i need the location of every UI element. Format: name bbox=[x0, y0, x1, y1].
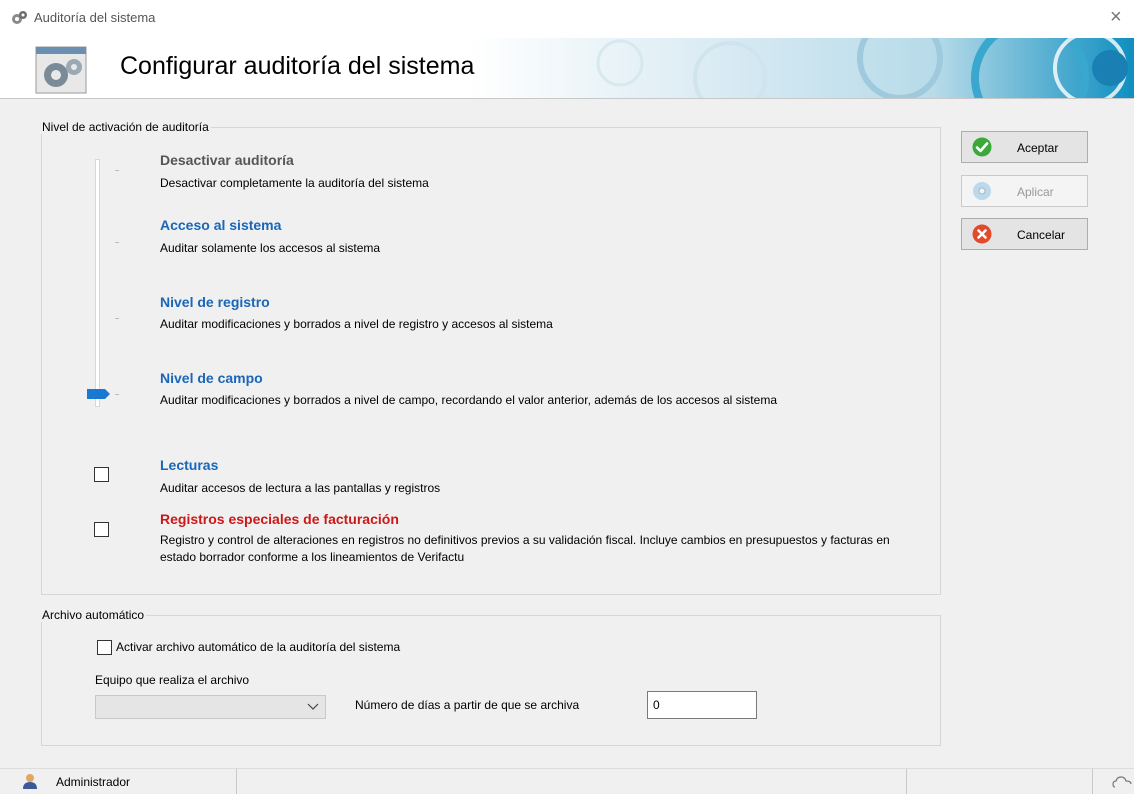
audit-level-slider-thumb[interactable] bbox=[87, 389, 110, 399]
disc-icon bbox=[973, 182, 991, 200]
archive-days-value: 0 bbox=[653, 698, 660, 712]
level-desc-system-access: Auditar solamente los accesos al sistema bbox=[160, 241, 381, 255]
close-icon[interactable]: × bbox=[1110, 5, 1122, 29]
audit-level-slider-track[interactable] bbox=[95, 159, 100, 407]
apply-button[interactable]: Aplicar bbox=[961, 175, 1088, 207]
accept-button[interactable]: Aceptar bbox=[961, 131, 1088, 163]
accept-button-label: Aceptar bbox=[1017, 141, 1059, 155]
level-title-record[interactable]: Nivel de registro bbox=[160, 294, 270, 310]
level-title-system-access[interactable]: Acceso al sistema bbox=[160, 217, 281, 233]
archive-days-label: Número de días a partir de que se archiv… bbox=[355, 698, 580, 712]
status-user: Administrador bbox=[56, 775, 131, 789]
slider-tick bbox=[115, 242, 119, 243]
auto-archive-checkbox[interactable] bbox=[97, 640, 112, 655]
cancel-icon bbox=[972, 224, 992, 244]
archive-machine-select[interactable] bbox=[95, 695, 326, 719]
level-desc-record: Auditar modificaciones y borrados a nive… bbox=[160, 317, 553, 331]
slider-tick bbox=[115, 318, 119, 319]
chevron-down-icon bbox=[307, 703, 319, 710]
level-title-field[interactable]: Nivel de campo bbox=[160, 370, 263, 386]
reads-checkbox[interactable] bbox=[94, 467, 109, 482]
status-separator bbox=[906, 769, 907, 794]
option-desc-reads: Auditar accesos de lectura a las pantall… bbox=[160, 481, 441, 495]
page-title: Configurar auditoría del sistema bbox=[120, 52, 475, 80]
decorative-swirl-art bbox=[470, 38, 1134, 98]
cloud-icon bbox=[1112, 776, 1132, 788]
archive-days-input[interactable]: 0 bbox=[647, 691, 757, 719]
slider-tick bbox=[115, 394, 119, 395]
level-desc-field: Auditar modificaciones y borrados a nive… bbox=[160, 393, 777, 407]
cancel-button[interactable]: Cancelar bbox=[961, 218, 1088, 250]
auto-archive-label[interactable]: Activar archivo automático de la auditor… bbox=[116, 640, 400, 654]
auto-archive-legend: Archivo automático bbox=[42, 608, 145, 622]
option-desc-special-billing: Registro y control de alteraciones en re… bbox=[160, 533, 890, 564]
gears-app-icon bbox=[12, 11, 27, 24]
check-icon bbox=[972, 137, 992, 157]
title-bar: Auditoría del sistema × bbox=[0, 0, 1134, 38]
user-icon bbox=[23, 774, 37, 789]
apply-button-label: Aplicar bbox=[1017, 185, 1054, 199]
level-desc-disable: Desactivar completamente la auditoría de… bbox=[160, 176, 429, 190]
option-title-special-billing: Registros especiales de facturación bbox=[160, 511, 399, 527]
status-separator bbox=[1092, 769, 1093, 794]
archive-machine-label: Equipo que realiza el archivo bbox=[95, 673, 250, 687]
special-billing-checkbox[interactable] bbox=[94, 522, 109, 537]
cancel-button-label: Cancelar bbox=[1017, 228, 1066, 242]
window-title: Auditoría del sistema bbox=[34, 10, 156, 25]
status-separator bbox=[236, 769, 237, 794]
status-bar: Administrador bbox=[0, 768, 1134, 794]
option-title-reads: Lecturas bbox=[160, 457, 219, 473]
slider-tick bbox=[115, 170, 119, 171]
header-banner: Configurar auditoría del sistema bbox=[0, 38, 1134, 99]
level-title-disable[interactable]: Desactivar auditoría bbox=[160, 152, 294, 168]
activation-level-legend: Nivel de activación de auditoría bbox=[42, 120, 209, 134]
gears-window-icon bbox=[35, 46, 87, 94]
